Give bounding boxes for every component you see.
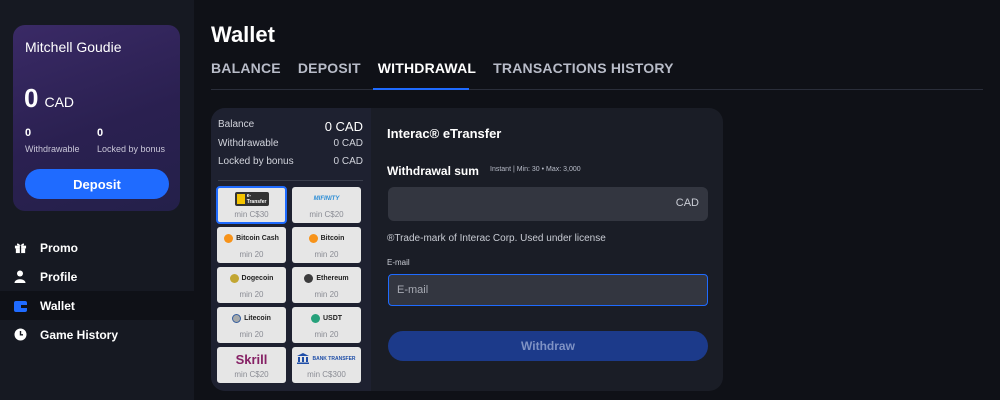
bitcoin-icon: Bitcoin	[292, 230, 361, 247]
wallet-tabs: BALANCE DEPOSIT WITHDRAWAL TRANSACTIONS …	[211, 60, 691, 90]
dogecoin-icon: Dogecoin	[217, 270, 286, 287]
user-card: Mitchell Goudie 0 CAD 0 Withdrawable 0 L…	[13, 25, 180, 211]
wallet-icon	[13, 299, 27, 313]
payment-methods-column: Balance 0 CAD Withdrawable 0 CAD Locked …	[211, 108, 371, 391]
divider	[218, 180, 363, 181]
withdrawal-limits-hint: Instant | Min: 30 • Max: 3,000	[490, 166, 581, 173]
email-field[interactable]	[388, 274, 708, 306]
method-usdt[interactable]: USDT min 20	[292, 307, 361, 343]
method-bitcoin-cash[interactable]: Bitcoin Cash min 20	[217, 227, 286, 263]
method-min: min 20	[314, 290, 339, 299]
locked-stat: 0 Locked by bonus	[97, 127, 165, 154]
withdrawable-row: Withdrawable 0 CAD	[218, 138, 363, 149]
withdrawal-sum-label: Withdrawal sum	[387, 164, 479, 178]
method-title: Interac® eTransfer	[387, 126, 502, 141]
sidebar-item-wallet[interactable]: Wallet	[0, 291, 194, 320]
sidebar-item-label: Game History	[40, 327, 119, 342]
locked-value: 0	[97, 127, 104, 139]
locked-label: Locked by bonus	[97, 144, 166, 154]
method-bitcoin[interactable]: Bitcoin min 20	[292, 227, 361, 263]
balance-display: 0 CAD	[24, 83, 74, 114]
method-etransfer[interactable]: e-Transfer min C$30	[216, 186, 287, 224]
withdrawable-value: 0	[25, 127, 32, 139]
method-min: min C$20	[234, 370, 269, 379]
user-icon	[13, 270, 27, 284]
method-mifinity[interactable]: MIFINITY min C$20	[292, 187, 361, 223]
amount-input[interactable]: CAD	[388, 187, 708, 221]
withdrawable-label: Withdrawable	[218, 138, 279, 149]
withdraw-button[interactable]: Withdraw	[388, 331, 708, 361]
method-min: min 20	[314, 250, 339, 259]
usdt-icon: USDT	[292, 310, 361, 327]
sidebar-item-promo[interactable]: Promo	[0, 233, 194, 262]
sidebar-nav: Promo Profile Wallet Game History	[0, 233, 194, 349]
method-dogecoin[interactable]: Dogecoin min 20	[217, 267, 286, 303]
method-ethereum[interactable]: Ethereum min 20	[292, 267, 361, 303]
sidebar-item-game-history[interactable]: Game History	[0, 320, 194, 349]
balance-row: Balance 0 CAD	[218, 119, 363, 134]
method-bank-transfer[interactable]: BANK TRANSFER min C$300	[292, 347, 361, 383]
sidebar: Mitchell Goudie 0 CAD 0 Withdrawable 0 L…	[0, 0, 194, 400]
method-min: min 20	[239, 250, 264, 259]
balance-currency: CAD	[44, 94, 75, 110]
sidebar-item-label: Profile	[40, 269, 78, 284]
litecoin-icon: Litecoin	[217, 310, 286, 327]
balance-amount: 0	[24, 83, 39, 113]
withdrawable-stat: 0 Withdrawable	[25, 127, 80, 154]
currency-suffix: CAD	[675, 197, 699, 209]
deposit-button[interactable]: Deposit	[25, 169, 169, 199]
sidebar-item-label: Wallet	[40, 298, 75, 313]
tab-deposit[interactable]: DEPOSIT	[298, 60, 361, 90]
tabs-divider	[211, 89, 983, 90]
sidebar-item-label: Promo	[40, 240, 79, 255]
tab-transactions-history[interactable]: TRANSACTIONS HISTORY	[493, 60, 674, 90]
withdrawable-label: Withdrawable	[25, 144, 80, 154]
method-skrill[interactable]: Skrill min C$20	[217, 347, 286, 383]
withdrawable-value: 0 CAD	[333, 138, 363, 149]
email-label: E-mail	[387, 258, 410, 267]
tab-withdrawal[interactable]: WITHDRAWAL	[378, 60, 476, 90]
method-min: min 20	[314, 330, 339, 339]
ethereum-icon: Ethereum	[292, 270, 361, 287]
locked-label: Locked by bonus	[218, 156, 294, 167]
page-title: Wallet	[211, 22, 275, 47]
method-litecoin[interactable]: Litecoin min 20	[217, 307, 286, 343]
locked-value: 0 CAD	[333, 156, 363, 167]
balance-value: 0 CAD	[324, 119, 363, 134]
gift-icon	[13, 241, 27, 255]
user-name: Mitchell Goudie	[25, 39, 122, 55]
method-min: min C$300	[307, 370, 346, 379]
clock-icon	[13, 328, 27, 342]
method-min: min 20	[239, 330, 264, 339]
locked-row: Locked by bonus 0 CAD	[218, 156, 363, 167]
method-min: min 20	[239, 290, 264, 299]
active-tab-indicator	[373, 88, 469, 90]
balance-label: Balance	[218, 119, 255, 130]
interac-logo: e-Transfer	[217, 190, 286, 207]
bitcoin-cash-icon: Bitcoin Cash	[217, 230, 286, 247]
tab-balance[interactable]: BALANCE	[211, 60, 281, 90]
trademark-notice: ®Trade-mark of Interac Corp. Used under …	[387, 233, 606, 244]
sidebar-item-profile[interactable]: Profile	[0, 262, 194, 291]
mifinity-logo: MIFINITY	[313, 195, 340, 202]
method-min: min C$20	[309, 210, 344, 219]
skrill-logo: Skrill	[235, 352, 268, 367]
method-min: min C$30	[234, 210, 269, 219]
bank-icon: BANK TRANSFER	[292, 350, 361, 367]
